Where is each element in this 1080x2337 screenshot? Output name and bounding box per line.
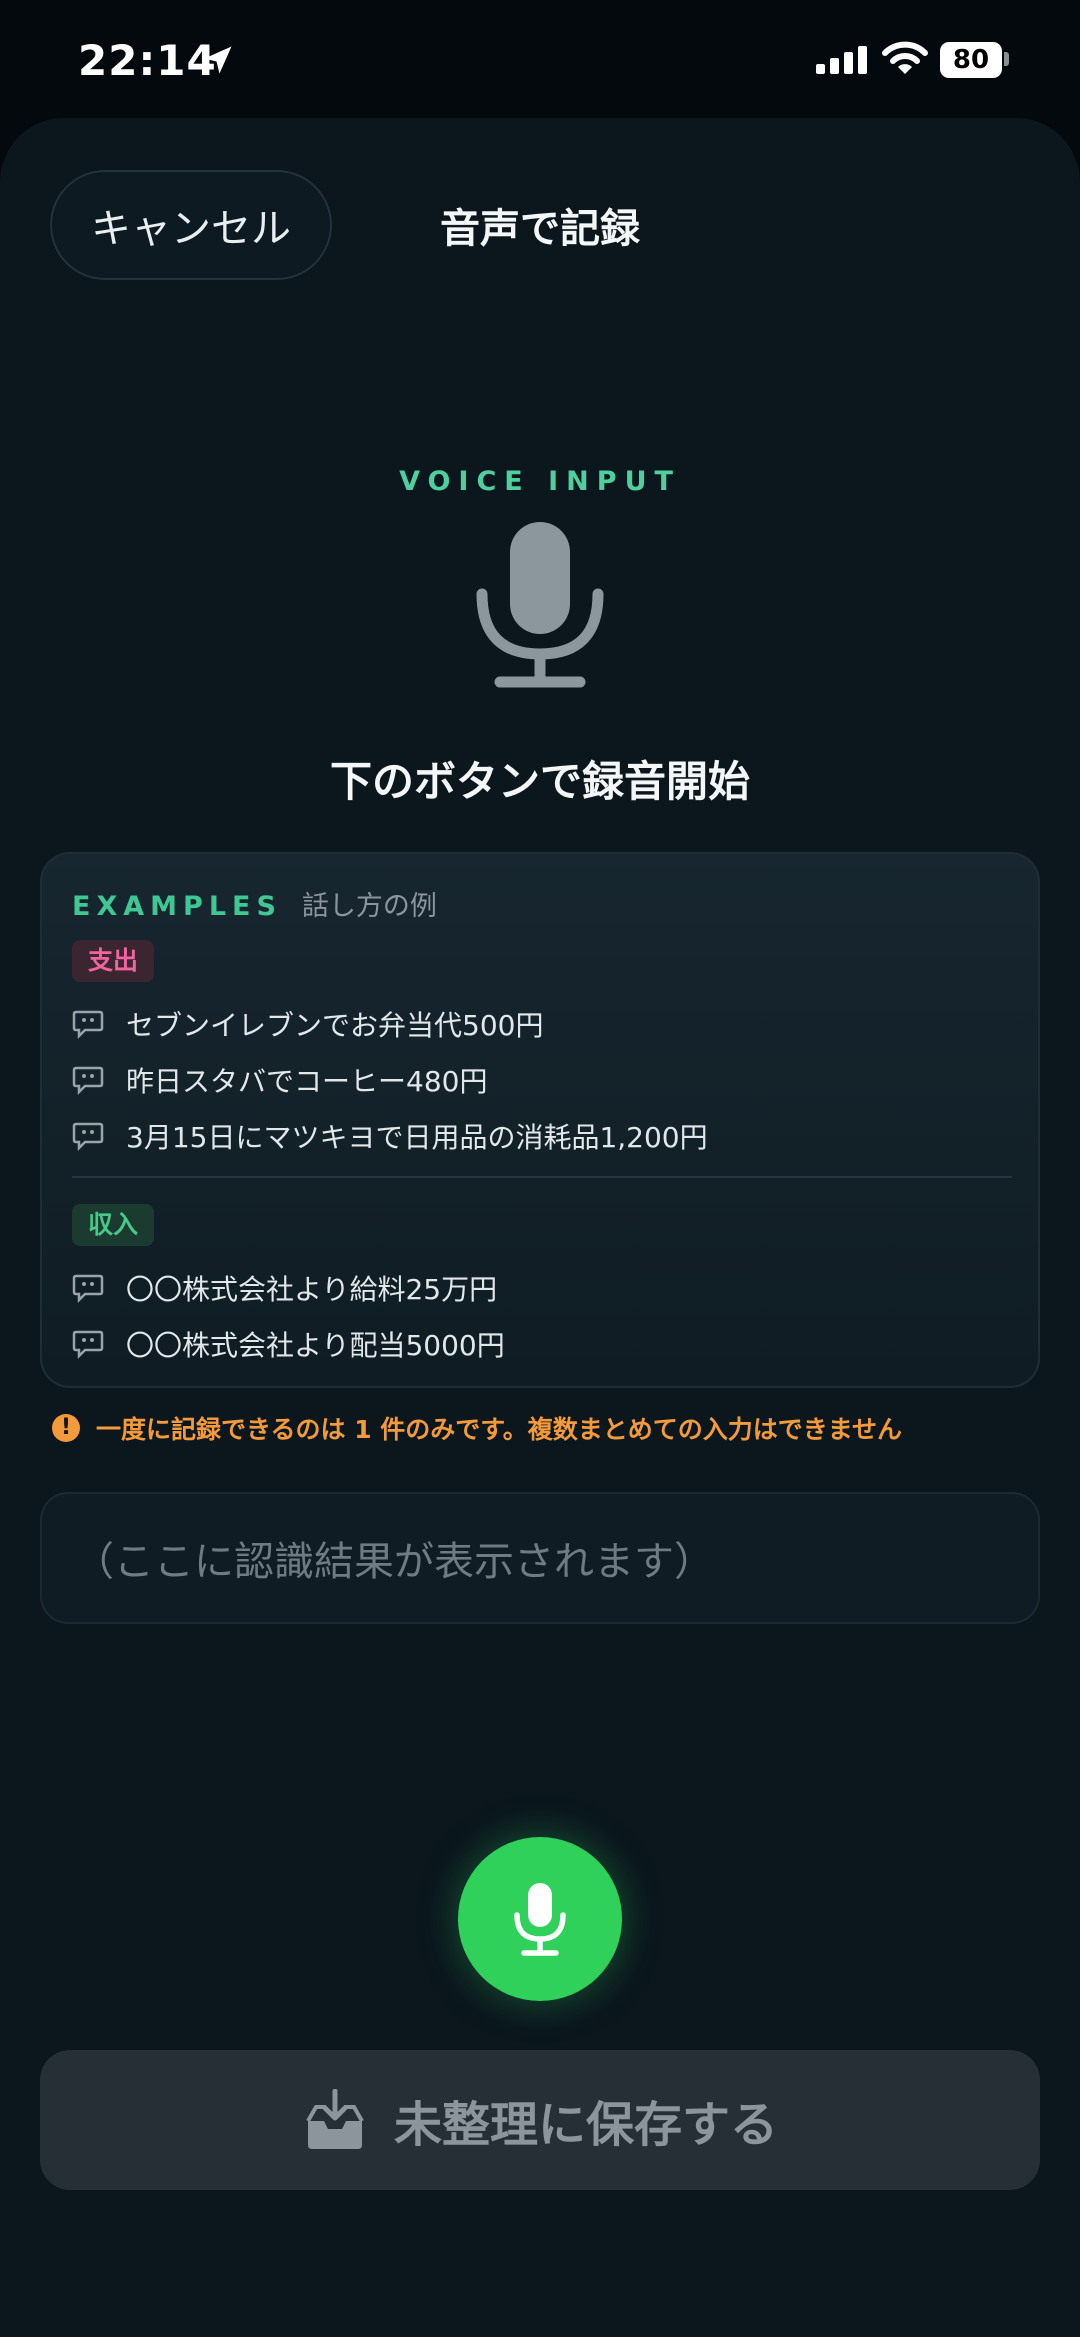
recognition-placeholder: （ここに認識結果が表示されます）: [74, 1539, 714, 1585]
speech-bubble-icon: [72, 1010, 104, 1039]
speech-bubble-icon: [72, 1122, 104, 1151]
example-item: 昨日スタバでコーヒー480円: [72, 1060, 487, 1100]
examples-divider: [72, 1176, 1012, 1178]
save-unsorted-button[interactable]: 未整理に保存する: [40, 2050, 1040, 2190]
example-text: 3月15日にマツキヨで日用品の消耗品1,200円: [126, 1121, 708, 1154]
speech-bubble-icon: [72, 1330, 104, 1359]
speech-bubble-icon: [72, 1274, 104, 1303]
income-tag: 収入: [72, 1204, 155, 1246]
microphone-icon: [476, 522, 604, 688]
recognition-result-field[interactable]: （ここに認識結果が表示されます）: [40, 1492, 1040, 1624]
examples-card: EXAMPLES 話し方の例 支出 セブンイレブンでお弁当代500円 昨日スタバ…: [40, 852, 1040, 1388]
example-item: 〇〇株式会社より給料25万円: [72, 1268, 497, 1308]
single-entry-warning: ! 一度に記録できるのは 1 件のみです。複数まとめての入力はできません: [52, 1410, 902, 1446]
examples-subtitle: 話し方の例: [301, 891, 437, 922]
example-text: 〇〇株式会社より配当5000円: [126, 1329, 505, 1362]
example-text: 昨日スタバでコーヒー480円: [126, 1065, 488, 1098]
example-item: セブンイレブンでお弁当代500円: [72, 1004, 543, 1044]
wifi-icon: [882, 41, 928, 74]
example-text: 〇〇株式会社より給料25万円: [126, 1273, 498, 1306]
speech-bubble-icon: [72, 1066, 104, 1095]
expense-tag: 支出: [72, 940, 155, 982]
signal-icon: [816, 46, 867, 74]
example-item: 3月15日にマツキヨで日用品の消耗品1,200円: [72, 1116, 708, 1156]
warning-text: 一度に記録できるのは 1 件のみです。複数まとめての入力はできません: [96, 1415, 903, 1444]
location-arrow-icon: [204, 46, 232, 74]
example-item: 〇〇株式会社より配当5000円: [72, 1324, 505, 1364]
microphone-icon: [514, 1883, 566, 1956]
examples-header: EXAMPLES 話し方の例: [72, 884, 437, 923]
save-label: 未整理に保存する: [393, 2097, 778, 2153]
status-bar: 22:14 80: [0, 0, 1080, 120]
record-instruction: 下のボタンで録音開始: [329, 757, 750, 806]
voice-input-label: VOICE INPUT: [399, 466, 681, 497]
warning-icon: !: [52, 1414, 80, 1442]
battery-nub: [1004, 52, 1009, 66]
page-title: 音声で記録: [440, 206, 640, 252]
status-time: 22:14: [78, 36, 217, 85]
record-button[interactable]: [458, 1837, 622, 2001]
battery-icon: 80: [940, 42, 1002, 78]
examples-title: EXAMPLES: [72, 891, 282, 922]
example-text: セブンイレブンでお弁当代500円: [126, 1009, 544, 1042]
inbox-download-icon: [306, 2089, 364, 2149]
